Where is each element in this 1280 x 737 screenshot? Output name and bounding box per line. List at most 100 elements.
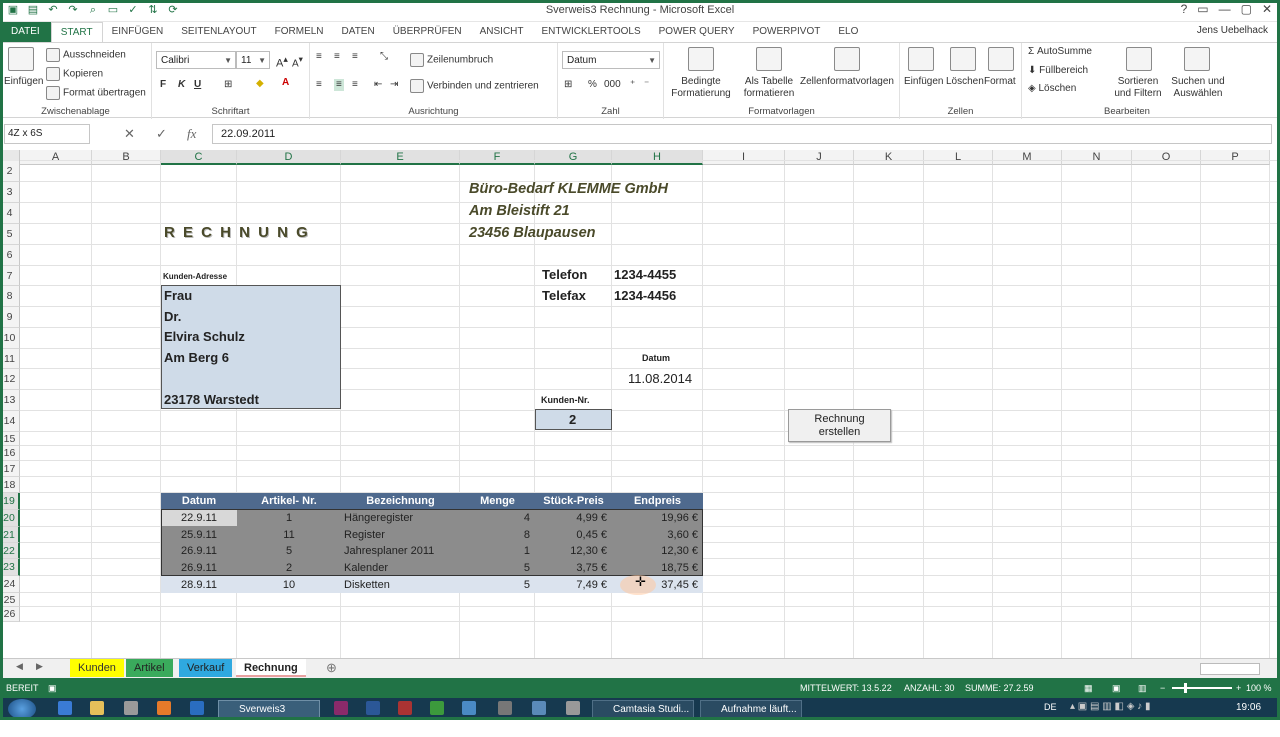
bold-button[interactable]: F xyxy=(160,79,166,91)
orientation-icon[interactable]: ⤡ xyxy=(380,51,388,63)
column-header-o[interactable]: O xyxy=(1132,150,1201,165)
row-header-22[interactable]: 22 xyxy=(0,543,20,559)
column-header-a[interactable]: A xyxy=(20,150,92,165)
table-header-cell[interactable]: Bezeichnung xyxy=(341,494,460,508)
column-header-l[interactable]: L xyxy=(924,150,993,165)
format-cells-button[interactable]: Format xyxy=(984,76,1016,88)
tray-icons[interactable]: ▴ ▣ ▤ ▥ ◧ ◈ ♪ ▮ xyxy=(1070,701,1150,712)
table-cell[interactable]: 1 xyxy=(237,511,341,525)
table-cell[interactable]: Disketten xyxy=(341,578,460,592)
conditional-format-button[interactable]: Bedingte Formatierung xyxy=(668,76,734,100)
table-cell[interactable]: Kalender xyxy=(341,561,460,575)
row-header-23[interactable]: 23 xyxy=(0,559,20,576)
table-cell[interactable]: 4 xyxy=(460,511,535,525)
table-cell[interactable]: 5 xyxy=(237,544,341,558)
app-icon-3[interactable] xyxy=(532,701,546,715)
company-name[interactable]: Büro-Bedarf KLEMME GmbH xyxy=(469,181,668,197)
format-painter-button[interactable]: Format übertragen xyxy=(46,86,146,100)
align-center-icon[interactable]: ≡ xyxy=(334,79,344,91)
document-title[interactable]: R E C H N U N G xyxy=(164,224,310,241)
media-icon[interactable] xyxy=(124,701,138,715)
start-button[interactable] xyxy=(8,699,36,719)
tab-ansicht[interactable]: ANSICHT xyxy=(471,22,533,42)
table-header-cell[interactable]: Datum xyxy=(161,494,237,508)
zoom-level[interactable]: 100 % xyxy=(1246,678,1272,698)
table-cell[interactable]: 10 xyxy=(237,578,341,592)
column-header-e[interactable]: E xyxy=(341,150,460,165)
table-header-cell[interactable]: Stück-Preis xyxy=(535,494,612,508)
taskbar-excel[interactable]: Sverweis3 Rech... xyxy=(218,700,320,733)
confirm-icon[interactable]: ✓ xyxy=(156,126,167,142)
customer-line5[interactable]: 23178 Warstedt xyxy=(164,392,259,407)
table-cell[interactable]: 22.9.11 xyxy=(161,511,237,525)
zoom-out-icon[interactable]: − xyxy=(1160,678,1165,698)
taskbar-camtasia[interactable]: Camtasia Studi... xyxy=(592,700,694,718)
chrome-icon[interactable] xyxy=(430,701,444,715)
row-header-11[interactable]: 11 xyxy=(0,349,20,369)
macro-record-icon[interactable]: ▣ xyxy=(48,678,57,698)
cell-styles-icon[interactable] xyxy=(834,47,860,71)
access-icon[interactable] xyxy=(398,701,412,715)
font-color-icon[interactable]: A xyxy=(282,77,289,89)
phone-value[interactable]: 1234-4455 xyxy=(614,267,676,282)
app-icon-1[interactable] xyxy=(462,701,476,715)
zoom-slider[interactable] xyxy=(1172,687,1232,689)
cut-button[interactable]: Ausschneiden xyxy=(46,48,126,62)
delete-cells-icon[interactable] xyxy=(950,47,976,71)
autosum-button[interactable]: Σ AutoSumme xyxy=(1028,46,1092,58)
copy-button[interactable]: Kopieren xyxy=(46,67,103,81)
row-header-8[interactable]: 8 xyxy=(0,286,20,307)
find-select-button[interactable]: Suchen und Auswählen xyxy=(1168,76,1228,100)
row-header-26[interactable]: 26 xyxy=(0,607,20,622)
row-header-20[interactable]: 20 xyxy=(0,510,20,527)
table-cell[interactable]: 3,75 € xyxy=(535,561,612,575)
tab-formeln[interactable]: FORMELN xyxy=(266,22,333,42)
row-header-24[interactable]: 24 xyxy=(0,576,20,593)
row-header-13[interactable]: 13 xyxy=(0,390,20,411)
grow-font-icon[interactable]: A▴ xyxy=(276,53,288,70)
zoom-slider-thumb[interactable] xyxy=(1184,683,1187,693)
align-right-icon[interactable]: ≡ xyxy=(352,79,358,91)
horizontal-scrollbar[interactable] xyxy=(1200,663,1260,675)
table-cell[interactable]: 2 xyxy=(237,561,341,575)
row-header-16[interactable]: 16 xyxy=(0,446,20,461)
app-icon-4[interactable] xyxy=(566,701,580,715)
fill-color-icon[interactable]: ◆ xyxy=(256,78,264,90)
font-size-combo[interactable]: 11 ▼ xyxy=(236,51,270,69)
tab-daten[interactable]: DATEN xyxy=(333,22,384,42)
firefox-icon[interactable] xyxy=(157,701,171,715)
tab-powerpivot[interactable]: POWERPIVOT xyxy=(744,22,830,42)
shrink-font-icon[interactable]: A▾ xyxy=(292,53,303,70)
insert-cells-button[interactable]: Einfügen xyxy=(904,76,943,88)
column-header-f[interactable]: F xyxy=(460,150,535,165)
column-header-g[interactable]: G xyxy=(535,150,612,165)
align-top-icon[interactable]: ≡ xyxy=(316,51,322,63)
format-cells-icon[interactable] xyxy=(988,47,1014,71)
format-as-table-button[interactable]: Als Tabelle formatieren xyxy=(736,76,802,100)
table-cell[interactable]: 1 xyxy=(460,544,535,558)
tab-einfuegen[interactable]: EINFÜGEN xyxy=(103,22,173,42)
fill-button[interactable]: ⬇ Füllbereich xyxy=(1028,65,1088,77)
row-header-7[interactable]: 7 xyxy=(0,266,20,286)
row-header-3[interactable]: 3 xyxy=(0,182,20,203)
indent-decrease-icon[interactable]: ⇤ xyxy=(374,79,382,91)
help-icon[interactable]: ? xyxy=(1181,2,1188,16)
number-format-combo[interactable]: Datum ▼ xyxy=(562,51,660,69)
close-icon[interactable]: ✕ xyxy=(1262,2,1272,16)
row-header-19[interactable]: 19 xyxy=(0,493,20,510)
worksheet-grid[interactable]: ABCDEFGHIJKLMNOP 12345678910111213141516… xyxy=(0,150,1280,658)
tab-seitenlayout[interactable]: SEITENLAYOUT xyxy=(172,22,265,42)
onenote-icon[interactable] xyxy=(334,701,348,715)
word-icon[interactable] xyxy=(366,701,380,715)
sort-filter-icon[interactable] xyxy=(1126,47,1152,71)
column-header-i[interactable]: I xyxy=(703,150,785,165)
row-header-12[interactable]: 12 xyxy=(0,369,20,390)
tab-next-icon[interactable]: ▶ xyxy=(36,661,43,672)
user-name[interactable]: Jens Uebelhack xyxy=(1197,25,1268,36)
ribbon-options-icon[interactable]: ▭ xyxy=(1197,2,1208,16)
customer-line4[interactable]: Am Berg 6 xyxy=(164,350,229,365)
table-cell[interactable]: 25.9.11 xyxy=(161,528,237,542)
table-cell[interactable]: 26.9.11 xyxy=(161,544,237,558)
column-header-j[interactable]: J xyxy=(785,150,854,165)
row-header-17[interactable]: 17 xyxy=(0,461,20,477)
